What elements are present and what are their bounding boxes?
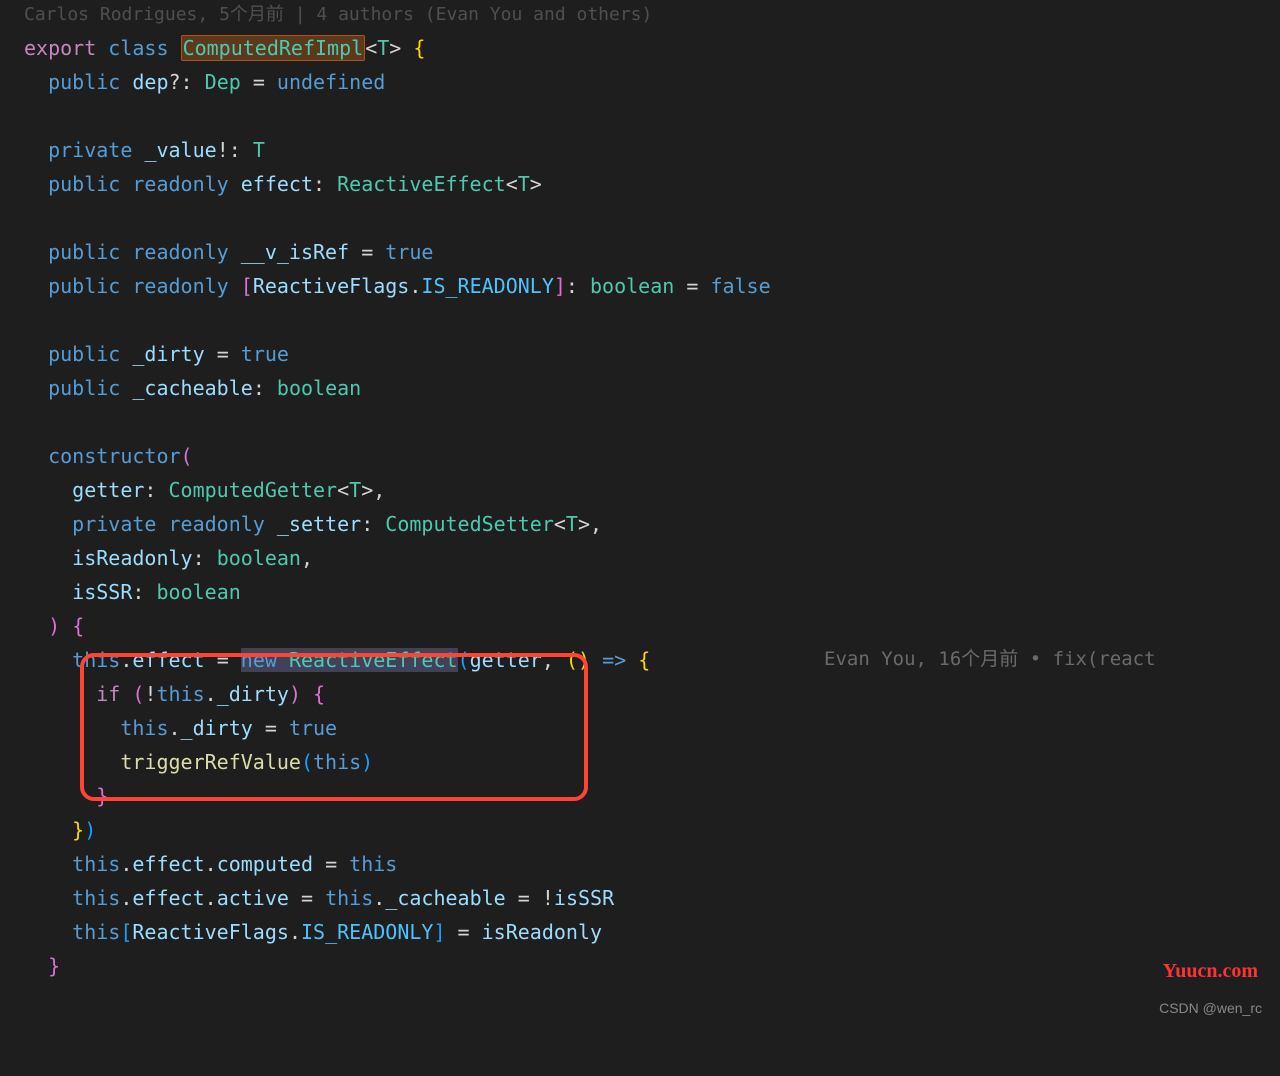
code-line[interactable]: triggerRefValue(this) <box>24 745 1280 779</box>
code-line[interactable]: public readonly __v_isRef = true <box>24 235 1280 269</box>
code-line[interactable]: } <box>24 779 1280 813</box>
code-line[interactable]: getter: ComputedGetter<T>, <box>24 473 1280 507</box>
code-line[interactable]: this[ReactiveFlags.IS_READONLY] = isRead… <box>24 915 1280 949</box>
git-blame-top: Carlos Rodrigues, 5个月前 | 4 authors (Evan… <box>24 0 1280 31</box>
watermark-yuucn: Yuucn.com <box>1163 954 1258 988</box>
code-line[interactable]: isReadonly: boolean, <box>24 541 1280 575</box>
code-line[interactable]: public _cacheable: boolean <box>24 371 1280 405</box>
code-line[interactable]: } <box>24 949 1280 983</box>
code-line[interactable]: public readonly effect: ReactiveEffect<T… <box>24 167 1280 201</box>
code-line[interactable]: public readonly [ReactiveFlags.IS_READON… <box>24 269 1280 303</box>
code-line[interactable]: }) <box>24 813 1280 847</box>
code-line[interactable]: this.effect.active = this._cacheable = !… <box>24 881 1280 915</box>
code-line[interactable]: public dep?: Dep = undefined <box>24 65 1280 99</box>
code-line[interactable]: this.effect = new ReactiveEffect(getter,… <box>24 643 1280 677</box>
code-line[interactable]: private readonly _setter: ComputedSetter… <box>24 507 1280 541</box>
code-line[interactable]: if (!this._dirty) { <box>24 677 1280 711</box>
code-line[interactable]: this._dirty = true <box>24 711 1280 745</box>
code-line[interactable]: this.effect.computed = this <box>24 847 1280 881</box>
git-blame-inline: Evan You, 16个月前 • fix(react <box>824 643 1156 675</box>
code-line[interactable]: public _dirty = true <box>24 337 1280 371</box>
code-line[interactable]: ) { <box>24 609 1280 643</box>
code-line[interactable]: isSSR: boolean <box>24 575 1280 609</box>
code-line[interactable]: export class ComputedRefImpl<T> { <box>24 31 1280 65</box>
code-line[interactable]: constructor( <box>24 439 1280 473</box>
code-line[interactable]: private _value!: T <box>24 133 1280 167</box>
code-editor[interactable]: Carlos Rodrigues, 5个月前 | 4 authors (Evan… <box>0 0 1280 983</box>
class-name-highlight: ComputedRefImpl <box>181 35 366 61</box>
watermark-csdn: CSDN @wen_rc <box>1159 997 1262 1021</box>
